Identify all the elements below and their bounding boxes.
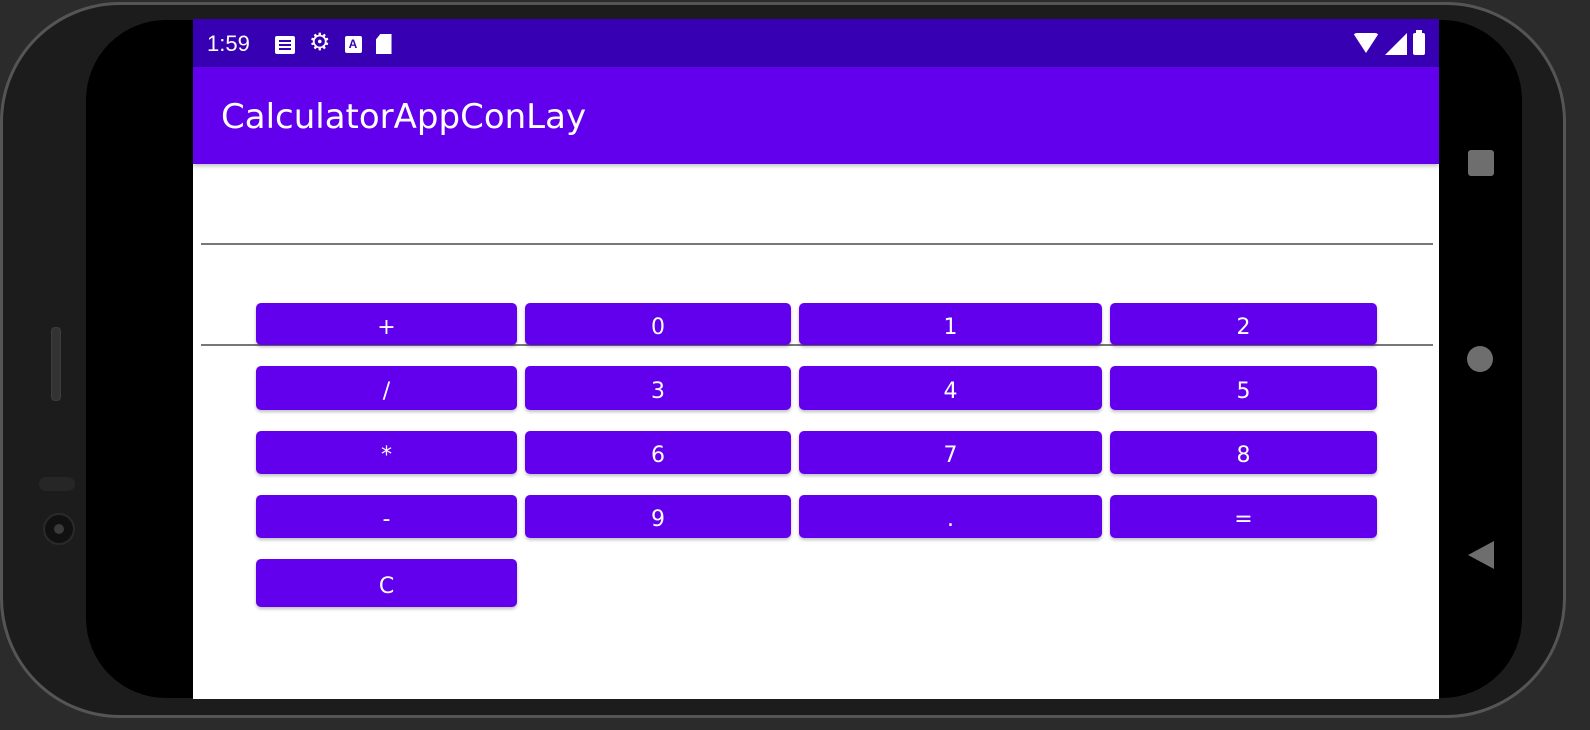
speaker-slot — [51, 327, 61, 401]
digit-7-button[interactable]: 7 — [799, 431, 1102, 474]
digit-9-button[interactable]: 9 — [525, 495, 791, 538]
news-icon — [275, 35, 295, 54]
back-triangle-icon[interactable] — [1468, 541, 1494, 569]
digit-6-button[interactable]: 6 — [525, 431, 791, 474]
multiply-button[interactable]: * — [256, 431, 517, 474]
cell-signal-icon — [1385, 33, 1407, 55]
status-icons-left: ⚙ A — [275, 31, 392, 55]
digit-3-button[interactable]: 3 — [525, 366, 791, 410]
digit-8-button[interactable]: 8 — [1110, 431, 1377, 474]
status-icons-right — [1353, 30, 1425, 55]
status-time: 1:59 — [207, 31, 250, 56]
digit-4-button[interactable]: 4 — [799, 366, 1102, 410]
digit-1-button[interactable]: 1 — [799, 303, 1102, 345]
app-screen: 1:59 ⚙ A CalculatorAppConLay + 0 1 2 / 3… — [193, 19, 1439, 699]
clear-button[interactable]: C — [256, 559, 517, 607]
status-bar: 1:59 ⚙ A — [193, 19, 1439, 67]
equals-button[interactable]: = — [1110, 495, 1377, 538]
divide-button[interactable]: / — [256, 366, 517, 410]
app-title: CalculatorAppConLay — [221, 97, 587, 137]
wifi-icon — [1353, 33, 1379, 53]
decimal-point-button[interactable]: . — [799, 495, 1102, 538]
settings-gear-icon: ⚙ — [309, 29, 331, 56]
home-circle-icon[interactable] — [1467, 346, 1493, 372]
a-box-icon: A — [344, 36, 362, 53]
digit-5-button[interactable]: 5 — [1110, 366, 1377, 410]
sd-card-icon — [375, 34, 392, 54]
minus-button[interactable]: - — [256, 495, 517, 538]
input-field-1-underline[interactable] — [201, 243, 1433, 245]
plus-button[interactable]: + — [256, 303, 517, 345]
proximity-sensor — [39, 477, 75, 491]
digit-0-button[interactable]: 0 — [525, 303, 791, 345]
digit-2-button[interactable]: 2 — [1110, 303, 1377, 345]
battery-icon — [1413, 30, 1425, 55]
app-bar: CalculatorAppConLay — [193, 67, 1439, 164]
overview-square-icon[interactable] — [1468, 150, 1494, 176]
front-camera — [43, 513, 75, 545]
